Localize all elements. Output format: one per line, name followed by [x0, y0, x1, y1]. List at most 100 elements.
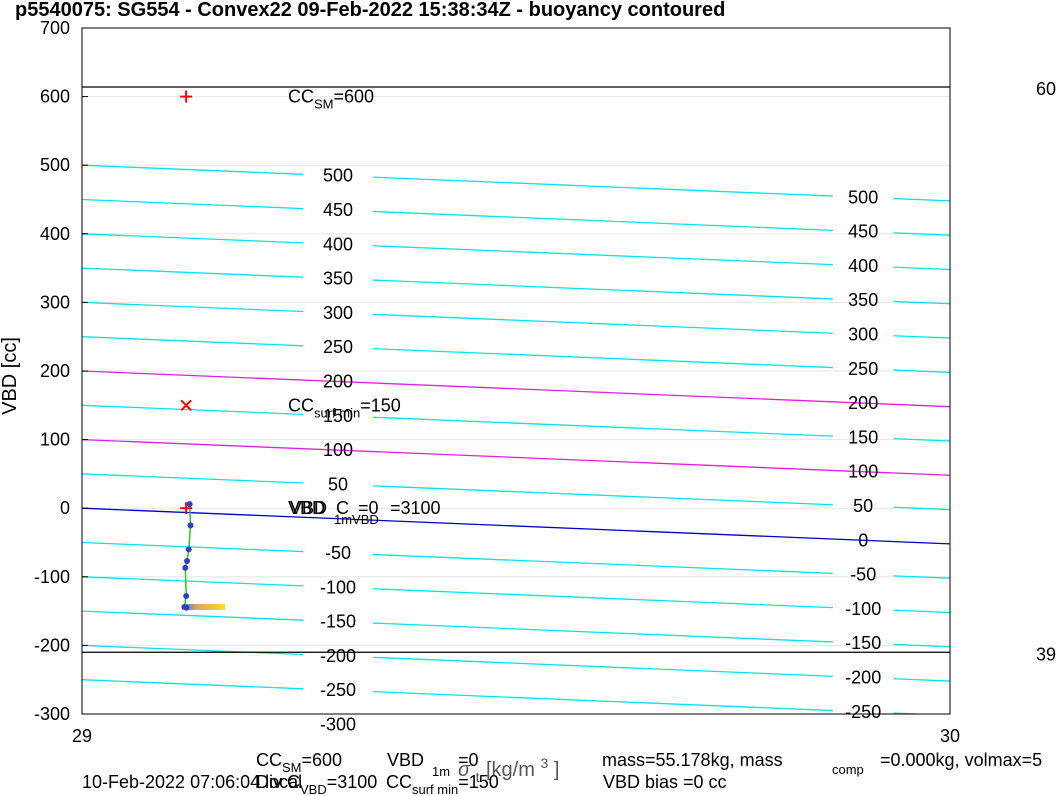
- contour-label: 450: [323, 200, 353, 220]
- contour-line: [372, 485, 833, 506]
- contour-label: 350: [848, 290, 878, 310]
- marker-label: CCSM=600: [288, 87, 374, 112]
- contour-label: 200: [848, 393, 878, 413]
- contour-label: -250: [320, 680, 356, 700]
- footer-div-c: Div CVBD=3100: [256, 772, 377, 796]
- contour-line: [81, 404, 304, 416]
- profile-path: [183, 504, 192, 609]
- contour-label: 250: [848, 359, 878, 379]
- contour-line: [81, 301, 304, 313]
- contour-label: 400: [323, 234, 353, 254]
- y-tick-label: 600: [40, 87, 70, 107]
- y-tick-label: 300: [40, 292, 70, 312]
- contour-label: 500: [848, 187, 878, 207]
- profile-point: [187, 522, 194, 529]
- y-tick-label: -300: [34, 704, 70, 724]
- dive-profile: [181, 501, 226, 611]
- contour-line: [893, 678, 951, 682]
- contour-label: 150: [323, 406, 353, 426]
- contour-label: -100: [320, 577, 356, 597]
- x-tick-label: 29: [72, 726, 92, 746]
- contour-label: 0: [858, 530, 868, 550]
- contour-label: 450: [848, 222, 878, 242]
- contour-label: 50: [328, 474, 348, 494]
- contour-label: 150: [848, 427, 878, 447]
- contour-labels: 50045040035030025020015010050-50-100-150…: [320, 166, 881, 735]
- y-tick-label: 100: [40, 430, 70, 450]
- contour-line: [372, 279, 833, 300]
- zero-annotation-overlap: VBD: [290, 498, 327, 518]
- profile-point: [183, 604, 190, 611]
- contour-line: [372, 245, 833, 266]
- contour-line: [372, 656, 833, 677]
- contour-line: [372, 553, 833, 575]
- contour-line: [893, 197, 951, 202]
- profile-point: [185, 546, 192, 553]
- contour-label: 300: [323, 303, 353, 323]
- footer-vbd-bias: VBD bias =0 cc: [603, 772, 727, 792]
- contour-label: -150: [320, 612, 356, 632]
- contour-line: [81, 164, 304, 175]
- contour-line: [81, 473, 304, 484]
- contour-label: 250: [323, 337, 353, 357]
- buoyancy-contour-figure: p5540075: SG554 - Convex22 09-Feb-2022 1…: [0, 0, 1056, 796]
- contour-line: [81, 438, 951, 476]
- contour-line: [81, 541, 304, 553]
- contour-line: [372, 622, 833, 643]
- markers: CCSM=600CCsurf min=150VBD C =0 =3100 1mVBDVB…: [180, 87, 441, 527]
- contour-line: [372, 416, 833, 437]
- contour-label: 500: [323, 166, 353, 186]
- contour-line: [81, 610, 304, 621]
- contour-label: -250: [845, 702, 881, 722]
- grid-lines: [82, 27, 950, 715]
- contour-line: [81, 679, 304, 690]
- y-tick-label: 0: [60, 498, 70, 518]
- contour-line: [893, 266, 951, 271]
- contour-label: 100: [848, 462, 878, 482]
- contour-line: [372, 210, 833, 232]
- x-tick-label: 30: [940, 726, 960, 746]
- contour-label: -50: [850, 565, 876, 585]
- reference-line-label: 60: [1036, 79, 1056, 99]
- contour-label: -200: [845, 668, 881, 688]
- contour-line: [893, 609, 951, 614]
- contour-label: -50: [325, 543, 351, 563]
- contour-label: -200: [320, 646, 356, 666]
- contour-line: [372, 588, 833, 609]
- contour-line: [81, 576, 304, 587]
- contour-line: [81, 267, 304, 278]
- contour-line: [81, 233, 304, 244]
- contour-line: [372, 348, 833, 369]
- contour-label: 50: [853, 496, 873, 516]
- contour-line: [893, 335, 951, 339]
- contour-line: [81, 644, 304, 656]
- contour-label: 400: [848, 256, 878, 276]
- y-tick-label: 500: [40, 155, 70, 175]
- contour-line: [372, 313, 833, 334]
- contour-line: [372, 176, 833, 197]
- reference-line-label: 39: [1036, 644, 1056, 664]
- contour-line: [81, 198, 304, 210]
- y-tick-label: 700: [40, 18, 70, 38]
- y-axis-label: VBD [cc]: [0, 337, 21, 415]
- contour-line: [81, 507, 951, 545]
- contour-line: [81, 370, 951, 408]
- profile-point: [183, 593, 190, 600]
- contour-label: 300: [848, 325, 878, 345]
- axes: -300-200-100010020030040050060070029 30: [34, 18, 960, 746]
- contour-label: -150: [845, 633, 881, 653]
- contour-label: -300: [320, 715, 356, 735]
- temperature-band: [186, 603, 226, 610]
- profile-point: [182, 564, 189, 571]
- contour-label: 100: [323, 440, 353, 460]
- chart-title: p5540075: SG554 - Convex22 09-Feb-2022 1…: [15, 0, 725, 21]
- contour-label: -100: [845, 599, 881, 619]
- profile-point: [184, 558, 191, 565]
- y-tick-label: 200: [40, 361, 70, 381]
- profile-point: [186, 501, 193, 508]
- contour-line: [81, 336, 304, 347]
- contour-label: 200: [323, 372, 353, 392]
- y-tick-label: -200: [34, 635, 70, 655]
- contour-label: 350: [323, 269, 353, 289]
- contour-line: [372, 691, 833, 712]
